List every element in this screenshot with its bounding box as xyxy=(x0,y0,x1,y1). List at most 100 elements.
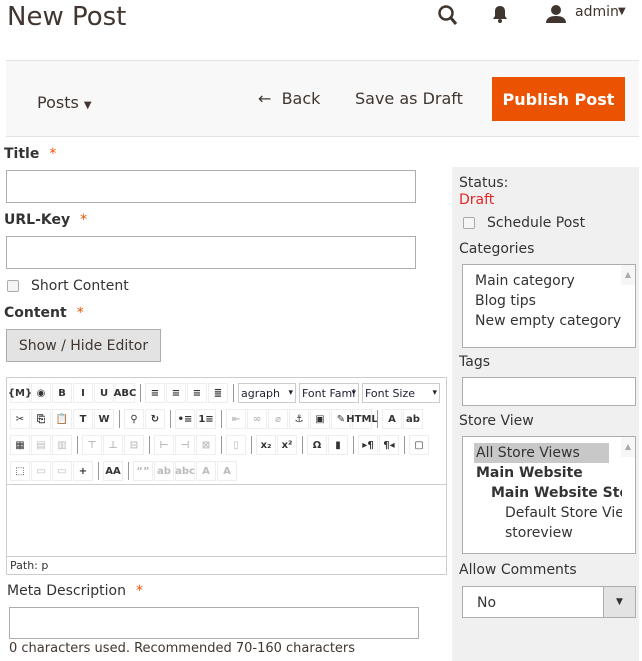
media-icon[interactable]: ▮ xyxy=(328,435,348,455)
align-justify-icon[interactable]: ≣ xyxy=(208,383,228,403)
html-icon[interactable]: HTML xyxy=(346,409,378,429)
category-option[interactable]: Main category xyxy=(475,271,635,291)
cell-props-icon[interactable]: ▥ xyxy=(52,435,72,455)
ltr-icon[interactable]: ▸¶ xyxy=(358,435,378,455)
widget-icon[interactable]: ◉ xyxy=(31,383,51,403)
align-right-icon[interactable]: ≡ xyxy=(187,383,207,403)
arrow-left-icon: ← xyxy=(258,89,272,108)
bullet-list-icon[interactable]: •≡ xyxy=(175,409,195,429)
font-size-dropdown[interactable]: Font Size xyxy=(362,383,440,403)
required-mark: * xyxy=(80,212,88,228)
store-view-option[interactable]: Main Website xyxy=(474,463,635,483)
store-view-list[interactable]: All Store Views Main Website Main Websit… xyxy=(462,436,636,554)
schedule-post-checkbox[interactable] xyxy=(463,217,475,229)
status-value: Draft xyxy=(459,192,495,208)
--icon[interactable]: Ω xyxy=(307,435,327,455)
category-option[interactable]: New empty category xyxy=(475,311,635,331)
table-icon[interactable]: ▦ xyxy=(10,435,30,455)
abbr-icon[interactable]: ab xyxy=(154,461,174,481)
font-family-dropdown[interactable]: Font Fami xyxy=(299,383,359,403)
save-draft-button[interactable]: Save as Draft xyxy=(355,89,463,108)
link-icon[interactable]: ∞ xyxy=(247,409,267,429)
ins-icon[interactable]: A xyxy=(217,461,237,481)
anchor-icon[interactable]: ⚓ xyxy=(289,409,309,429)
short-content-label: Short Content xyxy=(31,278,129,294)
tags-input[interactable] xyxy=(462,377,636,406)
publish-button[interactable]: Publish Post xyxy=(492,77,625,121)
col-before-icon[interactable]: ⊢ xyxy=(154,435,174,455)
number-list-icon[interactable]: 1≡ xyxy=(196,409,216,429)
scrollbar[interactable]: ▲▼ xyxy=(621,437,635,457)
layer-front-icon[interactable]: ▭ xyxy=(31,461,51,481)
category-option[interactable]: Blog tips xyxy=(475,291,635,311)
back-button[interactable]: ← Back xyxy=(258,89,320,108)
editor-content-area[interactable] xyxy=(7,484,446,556)
u-icon[interactable]: U xyxy=(94,383,114,403)
cite-icon[interactable]: “” xyxy=(133,461,153,481)
toolbar-separator xyxy=(302,436,303,454)
allow-comments-select[interactable]: No ▼ xyxy=(462,586,636,618)
show-hide-editor-button[interactable]: Show / Hide Editor xyxy=(6,329,161,362)
page-title: New Post xyxy=(7,2,127,32)
paste-text-icon[interactable]: T xyxy=(73,409,93,429)
align-center-icon[interactable]: ≡ xyxy=(166,383,186,403)
user-icon[interactable] xyxy=(546,4,566,29)
fullscreen-icon[interactable]: ▢ xyxy=(409,435,429,455)
abc-icon[interactable]: ABC xyxy=(114,383,136,403)
paste-icon[interactable]: 📋 xyxy=(52,409,72,429)
format-select-dropdown[interactable]: agraph xyxy=(238,383,296,403)
store-view-option[interactable]: Main Website Store xyxy=(474,483,622,503)
scrollbar[interactable]: ▲▼ xyxy=(621,265,635,285)
outdent-icon[interactable]: ⇤ xyxy=(226,409,246,429)
chevron-down-icon[interactable]: ▼ xyxy=(603,587,635,617)
toolbar-row: ✂ ⎘ 📋 T W ⚲ ↻ •≡ 1≡ ⇤ ∞ ⌀ ⚓ ▣ ✎ HTML Aab xyxy=(10,407,424,431)
bell-icon[interactable] xyxy=(492,4,508,29)
layer-back-icon[interactable]: ▭ xyxy=(52,461,72,481)
split-icon[interactable]: ▯ xyxy=(226,435,246,455)
i-icon[interactable]: I xyxy=(73,383,93,403)
image-icon[interactable]: ▣ xyxy=(310,409,330,429)
store-view-option[interactable]: Default Store View xyxy=(474,503,622,523)
toolbar-separator xyxy=(251,436,252,454)
highlight-icon[interactable]: ab xyxy=(403,409,423,429)
store-view-option[interactable]: All Store Views xyxy=(474,443,609,463)
toolbar-separator xyxy=(98,462,99,480)
search-icon[interactable] xyxy=(438,4,458,31)
x--icon[interactable]: x₂ xyxy=(256,435,276,455)
cut-icon[interactable]: ✂ xyxy=(10,409,30,429)
copy-icon[interactable]: ⎘ xyxy=(31,409,51,429)
paste-word-icon[interactable]: W xyxy=(94,409,114,429)
row-props-icon[interactable]: ▤ xyxy=(31,435,51,455)
store-view-label: Store View xyxy=(459,413,534,429)
rtl-icon[interactable]: ¶◂ xyxy=(379,435,399,455)
styles-icon[interactable]: AA xyxy=(103,461,123,481)
x--icon[interactable]: x² xyxy=(277,435,297,455)
variable-icon[interactable]: {M} xyxy=(8,383,32,403)
acronym-icon[interactable]: abc xyxy=(175,461,195,481)
short-content-checkbox[interactable] xyxy=(7,280,19,292)
posts-dropdown[interactable]: Posts ▼ xyxy=(37,93,92,112)
delete-col-icon[interactable]: ⊠ xyxy=(196,435,216,455)
row-before-icon[interactable]: ⊤ xyxy=(82,435,102,455)
url-key-input[interactable] xyxy=(6,236,416,269)
label-text: Content xyxy=(4,305,67,321)
meta-description-input[interactable] xyxy=(9,607,419,639)
align-left-icon[interactable]: ≡ xyxy=(145,383,165,403)
caret-down-icon[interactable]: ▼ xyxy=(618,6,626,17)
col-after-icon[interactable]: ⊣ xyxy=(175,435,195,455)
text-color-icon[interactable]: A xyxy=(382,409,402,429)
replace-icon[interactable]: ↻ xyxy=(145,409,165,429)
title-input[interactable] xyxy=(6,170,416,203)
row-after-icon[interactable]: ⊥ xyxy=(103,435,123,455)
visual-aid-icon[interactable]: ⬚ xyxy=(10,461,30,481)
find-icon[interactable]: ⚲ xyxy=(124,409,144,429)
del-icon[interactable]: A xyxy=(196,461,216,481)
unlink-icon[interactable]: ⌀ xyxy=(268,409,288,429)
toolbar-separator xyxy=(404,436,405,454)
store-view-option[interactable]: storeview xyxy=(474,523,635,543)
categories-list[interactable]: Main category Blog tips New empty catego… xyxy=(462,264,636,348)
b-icon[interactable]: B xyxy=(52,383,72,403)
user-menu[interactable]: admin xyxy=(575,4,619,20)
insert-layer-icon[interactable]: + xyxy=(73,461,93,481)
delete-row-icon[interactable]: ⊟ xyxy=(124,435,144,455)
